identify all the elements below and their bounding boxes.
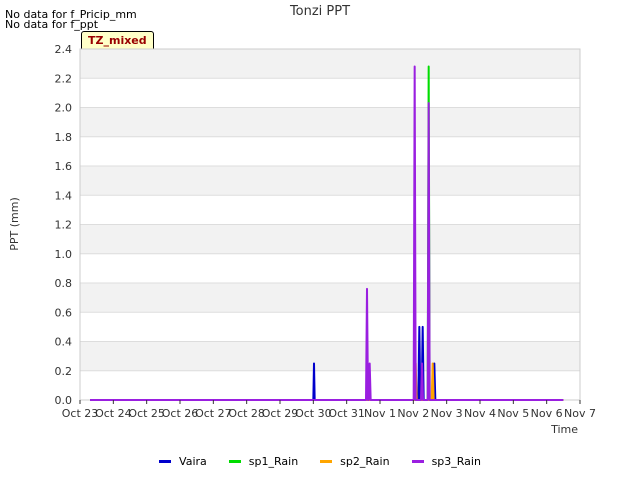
legend-item-sp3-rain: sp3_Rain [411, 451, 481, 471]
legend-label: sp1_Rain [248, 454, 299, 468]
legend-item-sp1-rain: sp1_Rain [228, 451, 299, 471]
legend-label: sp2_Rain [340, 454, 390, 468]
y-tick-label: 1.6 [55, 160, 73, 173]
grid-band [80, 341, 580, 371]
legend: Vaira sp1_Rain sp2_Rain sp3_Rain [0, 451, 640, 471]
y-tick-label: 1.0 [55, 248, 73, 261]
chart: Tonzi PPT 0.0 0.2 0.4 0.6 0.8 1.0 1.2 1.4 1.6 1.8… [8, 4, 596, 436]
x-tick-label: Oct 31 [328, 407, 365, 420]
y-tick-label: 1.2 [55, 219, 73, 232]
grid-band [80, 166, 580, 196]
x-tick-label: Oct 25 [128, 407, 165, 420]
grid-band [80, 107, 580, 137]
legend-swatch [411, 459, 424, 463]
x-tick-label: Nov 6 [531, 407, 563, 420]
y-tick-label: 2.4 [55, 43, 73, 56]
x-tick-label: Oct 23 [62, 407, 99, 420]
y-tick-label: 1.8 [55, 131, 73, 144]
x-tick-label: Nov 7 [564, 407, 596, 420]
chart-title: Tonzi PPT [289, 4, 350, 19]
legend-label: sp3_Rain [431, 454, 481, 468]
x-tick-label: Nov 3 [431, 407, 463, 420]
x-tick-label: Nov 5 [497, 407, 529, 420]
x-tick-label: Oct 29 [262, 407, 299, 420]
y-tick-label: 2.0 [55, 102, 73, 115]
y-tick-label: 2.2 [55, 72, 73, 85]
grid-band [80, 224, 580, 254]
legend-swatch [228, 459, 241, 463]
y-tick-label: 0.0 [55, 394, 73, 407]
x-tick-label: Oct 28 [228, 407, 265, 420]
y-tick-label: 0.2 [55, 365, 73, 378]
y-tick-label: 1.4 [55, 189, 73, 202]
x-tick-label: Nov 4 [464, 407, 496, 420]
x-tick-label: Nov 2 [397, 407, 429, 420]
x-tick-label: Oct 26 [162, 407, 199, 420]
legend-item-sp2-rain: sp2_Rain [320, 451, 390, 471]
y-tick-label: 0.4 [55, 336, 73, 349]
x-tick-label: Nov 1 [364, 407, 396, 420]
legend-item-vaira: Vaira [159, 451, 207, 471]
grid-band [80, 49, 580, 79]
legend-swatch [159, 459, 172, 463]
x-tick-label: Oct 30 [295, 407, 332, 420]
y-tick-label: 0.8 [55, 277, 73, 290]
x-tick-label: Oct 24 [95, 407, 132, 420]
legend-label: Vaira [179, 454, 207, 468]
x-tick-label: Oct 27 [195, 407, 232, 420]
y-tick-label: 0.6 [55, 306, 73, 319]
grid-band [80, 283, 580, 313]
x-axis-label: Time [550, 423, 578, 436]
y-axis-label: PPT (mm) [8, 197, 21, 251]
legend-swatch [320, 459, 333, 463]
